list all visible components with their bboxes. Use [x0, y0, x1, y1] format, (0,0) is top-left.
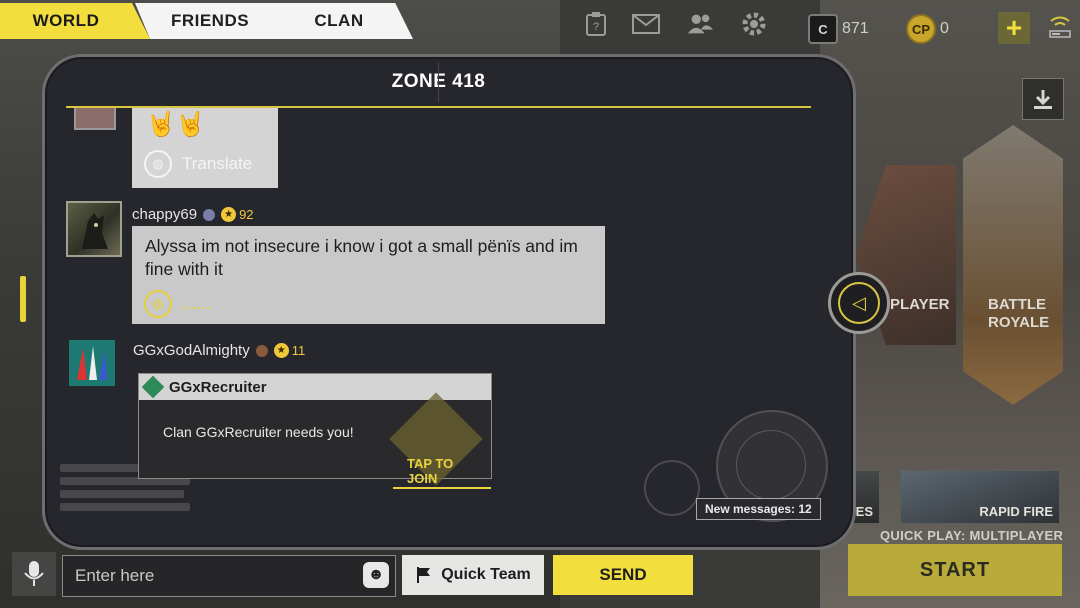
cp-icon: CP — [906, 14, 936, 44]
wifi-battery-icon — [1046, 12, 1074, 40]
message-bubble[interactable]: 🤘🤘 ◍ Translate — [132, 108, 278, 188]
friends-icon[interactable] — [686, 10, 714, 38]
username[interactable]: GGxGodAlmighty ★ 11 — [133, 342, 305, 359]
mode-tile-rapid-fire[interactable]: RAPID FIRE — [900, 470, 1060, 524]
quick-play-label: QUICK PLAY: MULTIPLAYER — [880, 528, 1064, 543]
star-icon: ★ — [273, 343, 289, 358]
player-level: ★ 11 — [273, 343, 305, 358]
rank-badge-icon — [255, 344, 268, 357]
clan-logo-icon — [141, 375, 165, 399]
chat-tabs: CLAN FRIENDS WORLD — [0, 0, 420, 40]
cod-points-value: 871 — [842, 20, 869, 37]
mode-label-multiplayer: PLAYER — [890, 296, 950, 313]
message-text: Alyssa im not insecure i know i got a sm… — [145, 236, 578, 279]
clan-invite-card[interactable]: GGxRecruiter Clan GGxRecruiter needs you… — [138, 373, 492, 489]
svg-text:?: ? — [593, 21, 599, 33]
microphone-button[interactable] — [12, 552, 56, 596]
flag-icon — [417, 567, 431, 583]
tab-world[interactable]: WORLD — [0, 3, 150, 39]
username[interactable]: chappy69 ★ 92 — [132, 206, 254, 223]
message-bubble[interactable]: Alyssa im not insecure i know i got a sm… — [132, 226, 605, 324]
rank-badge-icon — [203, 208, 216, 221]
panel-handle[interactable] — [20, 276, 26, 322]
clipboard-icon[interactable]: ? — [582, 10, 610, 38]
send-button[interactable]: SEND — [553, 555, 693, 595]
mail-icon[interactable] — [632, 10, 660, 38]
clan-invite-text: Clan GGxRecruiter needs you! — [163, 424, 354, 440]
avatar[interactable] — [69, 340, 115, 386]
cod-points-icon: C — [808, 14, 838, 44]
avatar[interactable] — [66, 201, 122, 257]
star-icon: ★ — [221, 207, 237, 222]
start-button[interactable]: START — [848, 544, 1062, 596]
tab-friends[interactable]: FRIENDS — [135, 3, 285, 39]
player-level: ★ 92 — [221, 207, 254, 222]
add-currency-button[interactable]: + — [998, 12, 1030, 44]
emoji-button[interactable]: ☻ — [363, 562, 389, 588]
quick-team-button[interactable]: Quick Team — [402, 555, 544, 595]
translating-indicator: ...... — [182, 296, 212, 312]
avatar[interactable] — [74, 108, 116, 130]
globe-icon: ◍ — [144, 150, 172, 178]
translate-button[interactable]: ◍ Translate — [144, 150, 252, 178]
microphone-icon — [24, 561, 44, 586]
gear-icon[interactable] — [740, 10, 768, 38]
message-emoji: 🤘🤘 — [146, 111, 206, 138]
cod-points-display[interactable]: C 871 — [808, 14, 869, 44]
download-icon[interactable] — [1022, 78, 1064, 120]
translate-label: Translate — [182, 154, 253, 173]
clan-name: GGxRecruiter — [169, 378, 267, 396]
chat-input-box: ☻ — [62, 555, 396, 597]
tab-clan[interactable]: CLAN — [265, 3, 413, 39]
chat-title: ZONE 418 — [66, 58, 811, 108]
chevron-left-icon: ◁ — [838, 282, 880, 324]
collapse-chat-button[interactable]: ◁ — [828, 272, 890, 334]
chat-input[interactable] — [63, 556, 367, 596]
globe-icon: ◍ — [144, 290, 172, 318]
cp-value: 0 — [940, 20, 949, 37]
top-bar: ? C 871 CP 0 + — [580, 8, 1080, 48]
new-messages-button[interactable]: New messages: 12 — [696, 498, 821, 520]
mode-label-battle-royale: BATTLE ROYALE — [988, 296, 1050, 331]
tap-to-join-button[interactable]: TAP TO JOIN — [393, 456, 491, 489]
mode-card-battle-royale[interactable] — [963, 125, 1063, 405]
translate-button[interactable]: ◍ ...... — [144, 290, 211, 318]
cp-display[interactable]: CP 0 — [906, 14, 949, 44]
message-list[interactable]: 🤘🤘 ◍ Translate chappy69 ★ 92 Alyssa im no… — [66, 108, 811, 528]
